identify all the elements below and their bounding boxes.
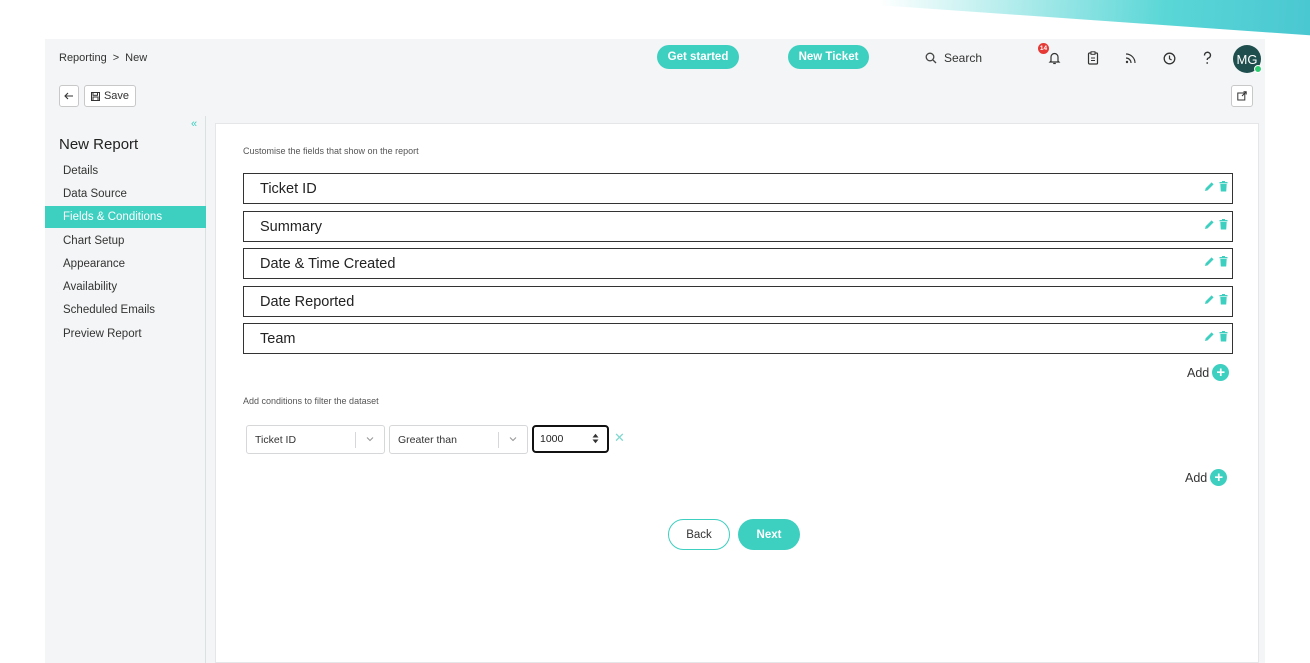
trash-icon[interactable]	[1219, 294, 1228, 305]
add-field-button[interactable]: Add +	[1187, 364, 1230, 381]
help-button[interactable]	[1198, 49, 1216, 67]
back-button[interactable]: Back	[668, 519, 730, 550]
clipboard-button[interactable]	[1084, 49, 1102, 67]
field-label: Team	[260, 330, 296, 347]
search-label: Search	[944, 51, 983, 65]
breadcrumb-separator: >	[112, 52, 120, 64]
fields-hint: Customise the fields that show on the re…	[243, 146, 419, 156]
field-label: Date & Time Created	[260, 255, 396, 272]
new-ticket-button[interactable]: New Ticket	[788, 45, 869, 69]
conditions-hint: Add conditions to filter the dataset	[243, 396, 379, 406]
add-field-label: Add	[1187, 365, 1210, 380]
condition-value-text: 1000	[540, 433, 564, 445]
field-label: Ticket ID	[260, 180, 317, 197]
bell-icon	[1048, 52, 1060, 65]
next-button[interactable]: Next	[738, 519, 800, 550]
sidebar-item-chart-setup[interactable]: Chart Setup	[45, 230, 206, 252]
external-edit-icon	[1237, 91, 1247, 101]
field-row-summary[interactable]: Summary	[243, 211, 1233, 242]
notification-badge: 14	[1038, 43, 1049, 54]
remove-condition-icon[interactable]: ✕	[614, 430, 625, 446]
sidebar-item-scheduled-emails[interactable]: Scheduled Emails	[45, 299, 206, 321]
sidebar-item-availability[interactable]: Availability	[45, 276, 206, 298]
edit-pencil-icon[interactable]	[1204, 181, 1215, 192]
field-row-ticket-id[interactable]: Ticket ID	[243, 173, 1233, 204]
chevron-down-icon	[366, 437, 374, 442]
field-label: Date Reported	[260, 293, 355, 310]
trash-icon[interactable]	[1219, 219, 1228, 230]
rss-icon	[1125, 53, 1136, 64]
help-icon	[1203, 51, 1211, 64]
search-button[interactable]: Search	[925, 51, 982, 65]
arrow-left-icon	[64, 92, 73, 100]
top-bar: Reporting > New Get started New Ticket S…	[45, 39, 1265, 79]
spinner-up-icon[interactable]	[592, 433, 599, 438]
back-arrow-button[interactable]	[59, 85, 79, 107]
condition-operator-value: Greater than	[398, 433, 457, 446]
select-separator	[498, 432, 499, 448]
main-content: Customise the fields that show on the re…	[215, 123, 1259, 663]
feed-button[interactable]	[1122, 49, 1140, 67]
condition-value-input[interactable]: 1000	[532, 425, 609, 453]
trash-icon[interactable]	[1219, 181, 1228, 192]
get-started-button[interactable]: Get started	[657, 45, 739, 69]
sidebar-title: New Report	[59, 136, 139, 153]
plus-circle-icon: +	[1210, 469, 1228, 486]
history-button[interactable]	[1160, 49, 1178, 67]
online-status-dot	[1254, 65, 1262, 73]
field-row-date-time-created[interactable]: Date & Time Created	[243, 248, 1233, 279]
collapse-sidebar-icon[interactable]: «	[191, 118, 197, 130]
number-spinner[interactable]	[592, 433, 599, 444]
condition-field-select[interactable]: Ticket ID	[246, 425, 385, 454]
clipboard-icon	[1087, 51, 1099, 65]
field-row-date-reported[interactable]: Date Reported	[243, 286, 1233, 317]
field-label: Summary	[260, 218, 323, 235]
decorative-ribbon	[878, 0, 1310, 39]
chevron-down-icon	[509, 437, 517, 442]
edit-pencil-icon[interactable]	[1204, 294, 1215, 305]
sidebar-item-data-source[interactable]: Data Source	[45, 183, 206, 205]
toolbar: Save	[45, 83, 1265, 113]
spinner-down-icon[interactable]	[592, 439, 599, 444]
condition-operator-select[interactable]: Greater than	[389, 425, 528, 454]
edit-pencil-icon[interactable]	[1204, 219, 1215, 230]
save-label: Save	[103, 90, 130, 102]
open-external-button[interactable]	[1231, 85, 1253, 107]
floppy-disk-icon	[90, 91, 100, 101]
breadcrumb: Reporting > New	[59, 52, 147, 64]
trash-icon[interactable]	[1219, 331, 1228, 342]
condition-field-value: Ticket ID	[255, 433, 297, 446]
edit-pencil-icon[interactable]	[1204, 256, 1215, 267]
clock-icon	[1163, 52, 1175, 64]
trash-icon[interactable]	[1219, 256, 1228, 267]
edit-pencil-icon[interactable]	[1204, 331, 1215, 342]
save-button[interactable]: Save	[84, 85, 136, 107]
sidebar-item-preview-report[interactable]: Preview Report	[45, 323, 206, 345]
search-icon	[925, 52, 937, 64]
add-condition-button[interactable]: Add +	[1185, 469, 1228, 486]
sidebar-item-details[interactable]: Details	[45, 160, 206, 182]
breadcrumb-current: New	[125, 52, 148, 64]
field-row-team[interactable]: Team	[243, 323, 1233, 354]
breadcrumb-reporting[interactable]: Reporting	[59, 52, 107, 64]
plus-circle-icon: +	[1212, 364, 1230, 381]
add-condition-label: Add	[1185, 470, 1208, 485]
sidebar-item-fields-conditions[interactable]: Fields & Conditions	[45, 206, 206, 228]
sidebar-item-appearance[interactable]: Appearance	[45, 253, 206, 275]
app-window: Reporting > New Get started New Ticket S…	[45, 39, 1265, 663]
select-separator	[355, 432, 356, 448]
sidebar: « New Report Details Data Source Fields …	[45, 116, 206, 663]
